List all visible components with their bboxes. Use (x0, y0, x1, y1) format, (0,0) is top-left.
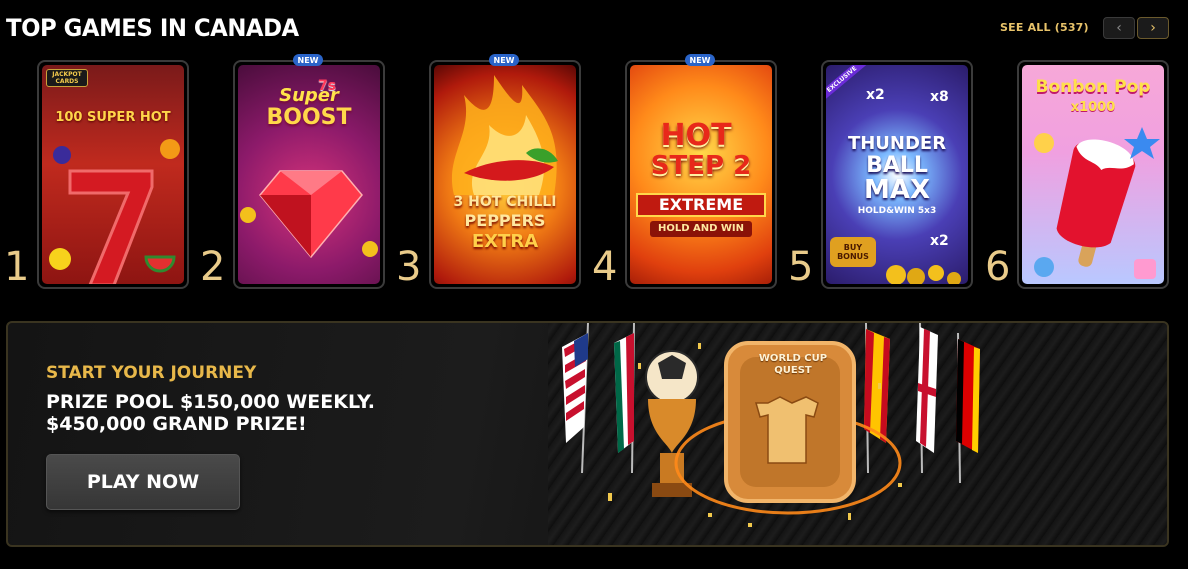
game-title: PEPPERS (464, 211, 546, 230)
banner-headline-line1: PRIZE POOL $150,000 WEEKLY. (46, 391, 375, 413)
game-title: HOLD AND WIN (650, 221, 752, 237)
england-flag-icon (916, 323, 938, 474)
game-card-3-hot-chilli-peppers-extra[interactable]: 3 HOT CHILLI PEPPERS EXTRA (429, 60, 581, 289)
game-title: 7s (318, 78, 337, 94)
game-card-100-super-hot[interactable]: JACKPOT CARDS 100 SUPER HOT (37, 60, 189, 289)
game-title: 100 SUPER HOT (55, 110, 171, 125)
seven-symbol-icon (49, 139, 180, 284)
see-all-count: (537) (1054, 21, 1089, 34)
world-cup-artwork (562, 323, 980, 527)
game-title: HOT (660, 118, 732, 153)
coin-pile-icon (886, 265, 961, 284)
popsicle-icon (1034, 127, 1160, 279)
multiplier-label: x2 (930, 233, 949, 249)
new-badge: NEW (293, 54, 323, 66)
game-title: EXTREME (636, 193, 766, 217)
mexico-flag-icon (614, 323, 635, 474)
exclusive-tag: EXCLUSIVE (826, 65, 868, 103)
game-title: Super (279, 85, 339, 106)
carousel-next-button[interactable]: › (1137, 17, 1169, 39)
game-title: x1000 (1070, 100, 1116, 115)
game-thumbnail: Super 7s BOOST (238, 65, 380, 284)
chevron-right-icon: › (1150, 20, 1156, 36)
trophy-icon (645, 350, 699, 497)
chevron-left-icon: ‹ (1116, 20, 1122, 36)
promo-banner[interactable]: WORLD CUP QUEST START YOUR JOURNEY PRIZE… (6, 321, 1169, 547)
game-title: Bonbon Pop (1035, 77, 1151, 97)
carousel-prev-button[interactable]: ‹ (1103, 17, 1135, 39)
rank-number: 6 (985, 244, 1011, 290)
game-title: BOOST (266, 105, 352, 130)
play-now-button[interactable]: PLAY NOW (46, 454, 240, 510)
banner-headline-line2: $450,000 GRAND PRIZE! (46, 413, 307, 435)
germany-flag-icon (956, 332, 980, 484)
rank-number: 5 (788, 244, 814, 290)
game-title: STEP 2 (650, 151, 752, 181)
new-badge: NEW (685, 54, 715, 66)
diamond-icon (240, 170, 378, 259)
game-title: HOLD&WIN 5x3 (857, 206, 937, 216)
rank-number: 2 (200, 244, 226, 290)
game-title: MAX (863, 175, 931, 205)
game-card-super-7s-boost[interactable]: Super 7s BOOST (233, 60, 385, 289)
game-card-hot-step-2-extreme[interactable]: HOT STEP 2 EXTREME HOLD AND WIN (625, 60, 777, 289)
game-thumbnail: 3 HOT CHILLI PEPPERS EXTRA (434, 65, 576, 284)
rank-number: 1 (4, 244, 30, 290)
section-title: TOP GAMES IN CANADA (6, 14, 299, 42)
rank-number: 4 (592, 244, 618, 290)
multiplier-label: x8 (930, 89, 949, 105)
new-badge: NEW (489, 54, 519, 66)
multiplier-label: x2 (866, 87, 885, 103)
see-all-link[interactable]: SEE ALL (537) (1000, 21, 1089, 34)
game-title: 3 HOT CHILLI (453, 194, 557, 210)
game-title: BALL (866, 153, 928, 178)
usa-flag-icon (562, 323, 589, 474)
rank-number: 3 (396, 244, 422, 290)
game-thumbnail: JACKPOT CARDS 100 SUPER HOT (42, 65, 184, 284)
game-thumbnail: HOT STEP 2 EXTREME HOLD AND WIN (630, 65, 772, 284)
quest-badge-title: WORLD CUP QUEST (758, 353, 828, 376)
game-title: EXTRA (471, 231, 539, 252)
spain-flag-icon (864, 323, 890, 474)
game-thumbnail: Bonbon Pop x1000 (1022, 65, 1164, 284)
flame-icon (451, 75, 558, 195)
banner-subtitle: START YOUR JOURNEY (46, 363, 257, 383)
game-thumbnail: EXCLUSIVE x2 x8 THUNDER BALL MAX HOLD&WI… (826, 65, 968, 284)
see-all-label: SEE ALL (1000, 21, 1051, 34)
game-title: THUNDER (847, 133, 947, 154)
provider-logo: JACKPOT CARDS (46, 69, 88, 87)
banner-headline: PRIZE POOL $150,000 WEEKLY. $450,000 GRA… (46, 391, 375, 435)
game-card-thunder-ball-max[interactable]: EXCLUSIVE x2 x8 THUNDER BALL MAX HOLD&WI… (821, 60, 973, 289)
game-card-bonbon-pop[interactable]: Bonbon Pop x1000 (1017, 60, 1169, 289)
